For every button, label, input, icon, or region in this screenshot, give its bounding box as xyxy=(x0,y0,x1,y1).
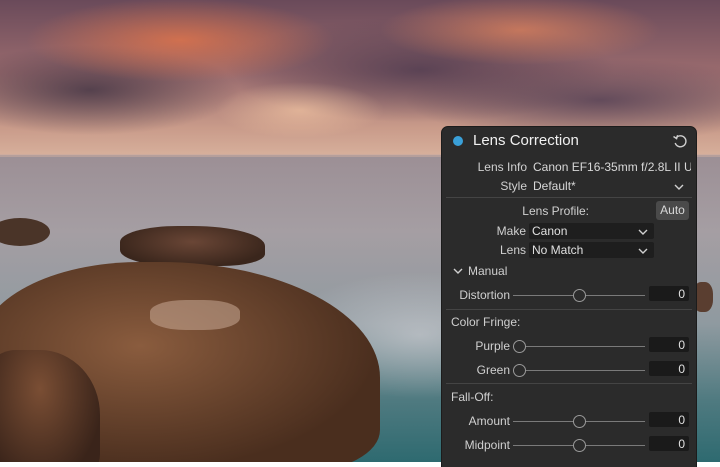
distortion-input[interactable]: 0 xyxy=(649,286,689,301)
midpoint-label: Midpoint xyxy=(464,438,510,452)
panel-title: Lens Correction xyxy=(473,132,579,149)
color-fringe-label: Color Fringe: xyxy=(451,315,521,329)
lens-select[interactable]: No Match xyxy=(529,242,654,258)
rock xyxy=(693,282,713,312)
lens-info-value: Canon EF16-35mm f/2.8L II U... xyxy=(533,160,691,174)
midpoint-input[interactable]: 0 xyxy=(649,436,689,451)
auto-button[interactable]: Auto xyxy=(656,201,689,220)
style-dropdown[interactable]: Default* xyxy=(533,179,653,193)
panel-enable-dot[interactable] xyxy=(453,136,463,146)
lens-label: Lens xyxy=(499,243,526,257)
rock xyxy=(120,226,265,266)
distortion-slider-thumb[interactable] xyxy=(573,289,586,302)
amount-label: Amount xyxy=(468,414,510,428)
chevron-down-icon xyxy=(638,248,648,254)
make-select[interactable]: Canon xyxy=(529,223,654,239)
amount-input[interactable]: 0 xyxy=(649,412,689,427)
midpoint-slider-thumb[interactable] xyxy=(573,439,586,452)
make-value: Canon xyxy=(532,224,568,238)
lens-profile-label: Lens Profile: xyxy=(522,204,589,218)
lens-info-label: Lens Info xyxy=(477,160,527,174)
rock-pool xyxy=(150,300,240,330)
panel-header: Lens Correction xyxy=(442,127,696,155)
purple-label: Purple xyxy=(475,339,510,353)
purple-input[interactable]: 0 xyxy=(649,337,689,352)
falloff-label: Fall-Off: xyxy=(451,390,494,404)
lens-correction-panel: Lens Correction Lens Info Canon EF16-35m… xyxy=(442,127,696,467)
divider xyxy=(446,383,692,384)
chevron-down-icon[interactable] xyxy=(453,267,463,275)
lens-value: No Match xyxy=(532,243,584,257)
purple-slider[interactable] xyxy=(513,346,645,347)
amount-slider-thumb[interactable] xyxy=(573,415,586,428)
green-label: Green xyxy=(476,363,510,377)
green-slider-thumb[interactable] xyxy=(513,364,526,377)
green-slider[interactable] xyxy=(513,370,645,371)
divider xyxy=(446,309,692,310)
purple-slider-thumb[interactable] xyxy=(513,340,526,353)
manual-toggle[interactable]: Manual xyxy=(468,264,507,278)
make-label: Make xyxy=(496,224,526,238)
divider xyxy=(446,197,692,198)
chevron-down-icon[interactable] xyxy=(674,183,684,191)
distortion-label: Distortion xyxy=(459,288,510,302)
green-input[interactable]: 0 xyxy=(649,361,689,376)
chevron-down-icon xyxy=(638,229,648,235)
reset-icon[interactable] xyxy=(672,133,688,149)
style-label: Style xyxy=(500,179,527,193)
